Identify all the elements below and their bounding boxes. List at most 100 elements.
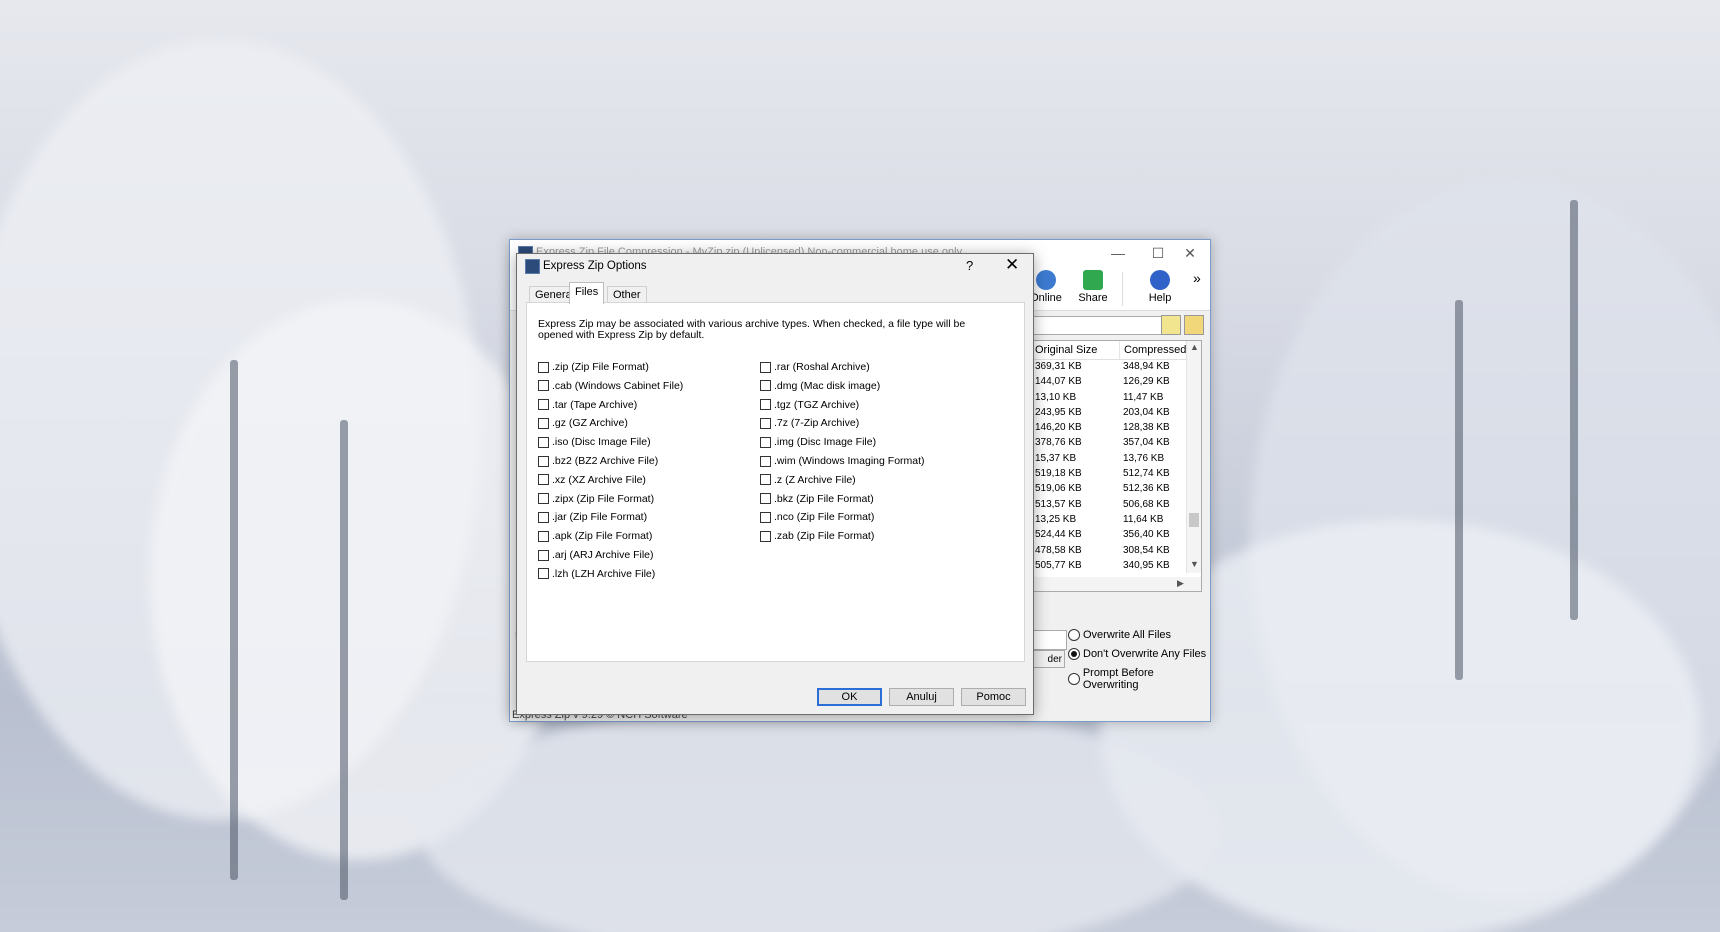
ok-button[interactable]: OK xyxy=(817,688,882,706)
file-type-checkbox[interactable]: .gz (GZ Archive) xyxy=(538,417,628,429)
checkbox-box[interactable] xyxy=(538,493,549,505)
dialog-close-button[interactable]: ✕ xyxy=(1005,255,1019,275)
path-field[interactable] xyxy=(1030,316,1164,335)
scroll-right-icon[interactable]: ▶ xyxy=(1177,578,1184,589)
table-row[interactable]: 369,31 KB 348,94 KB xyxy=(1031,360,1201,375)
folder-button[interactable]: der xyxy=(1030,650,1065,668)
help-dialog-button[interactable]: Pomoc xyxy=(961,688,1026,706)
checkbox-box[interactable] xyxy=(538,530,549,542)
file-type-checkbox[interactable]: .zab (Zip File Format) xyxy=(760,530,874,542)
file-type-checkbox[interactable]: .zipx (Zip File Format) xyxy=(538,493,654,505)
association-description: Express Zip may be associated with vario… xyxy=(538,318,966,341)
checkbox-box[interactable] xyxy=(538,361,549,373)
table-row[interactable]: 243,95 KB 203,04 KB xyxy=(1031,406,1201,421)
radio-circle[interactable] xyxy=(1068,629,1080,641)
table-row[interactable]: 13,25 KB 11,64 KB xyxy=(1031,513,1201,528)
checkbox-box[interactable] xyxy=(538,455,549,467)
table-row[interactable]: 519,06 KB 512,36 KB xyxy=(1031,482,1201,497)
checkbox-box[interactable] xyxy=(538,417,549,429)
tab-other[interactable]: Other xyxy=(607,286,647,303)
radio-circle[interactable] xyxy=(1068,648,1080,660)
checkbox-box[interactable] xyxy=(760,417,771,429)
table-row[interactable]: 513,57 KB 506,68 KB xyxy=(1031,498,1201,513)
checkbox-box[interactable] xyxy=(538,549,549,561)
radio-prompt[interactable]: Prompt Before Overwriting xyxy=(1068,667,1210,691)
checkbox-box[interactable] xyxy=(760,511,771,523)
file-type-checkbox[interactable]: .z (Z Archive File) xyxy=(760,474,856,486)
horizontal-scrollbar[interactable]: ▶ xyxy=(1031,577,1201,591)
file-type-checkbox[interactable]: .xz (XZ Archive File) xyxy=(538,474,646,486)
tab-files[interactable]: Files xyxy=(569,282,605,304)
file-type-checkbox[interactable]: .nco (Zip File Format) xyxy=(760,511,874,523)
table-row[interactable]: 524,44 KB 356,40 KB xyxy=(1031,528,1201,543)
output-field[interactable] xyxy=(1030,630,1067,650)
checkbox-box[interactable] xyxy=(760,399,771,411)
checkbox-box[interactable] xyxy=(760,455,771,467)
file-type-checkbox[interactable]: .wim (Windows Imaging Format) xyxy=(760,455,925,467)
file-type-checkbox[interactable]: .arj (ARJ Archive File) xyxy=(538,549,654,561)
file-type-checkbox[interactable]: .7z (7-Zip Archive) xyxy=(760,417,859,429)
share-button[interactable]: Share xyxy=(1070,270,1116,304)
file-type-checkbox[interactable]: .jar (Zip File Format) xyxy=(538,511,647,523)
file-type-checkbox[interactable]: .lzh (LZH Archive File) xyxy=(538,568,655,580)
table-row[interactable]: 15,37 KB 13,76 KB xyxy=(1031,452,1201,467)
file-type-checkbox[interactable]: .rar (Roshal Archive) xyxy=(760,361,870,373)
radio-overwrite-all[interactable]: Overwrite All Files xyxy=(1068,629,1171,641)
radio-circle[interactable] xyxy=(1068,673,1080,685)
file-type-checkbox[interactable]: .iso (Disc Image File) xyxy=(538,436,651,448)
file-type-label: .arj (ARJ Archive File) xyxy=(552,549,654,561)
checkbox-box[interactable] xyxy=(538,399,549,411)
checkbox-box[interactable] xyxy=(760,436,771,448)
minimize-button[interactable]: — xyxy=(1098,240,1138,266)
file-type-checkbox[interactable]: .bkz (Zip File Format) xyxy=(760,493,874,505)
checkbox-box[interactable] xyxy=(760,380,771,392)
column-original-size[interactable]: Original Size xyxy=(1031,341,1120,359)
help-button[interactable]: Help xyxy=(1137,270,1183,304)
checkbox-box[interactable] xyxy=(760,361,771,373)
checkbox-box[interactable] xyxy=(538,511,549,523)
table-row[interactable]: 519,18 KB 512,74 KB xyxy=(1031,467,1201,482)
context-help-button[interactable]: ? xyxy=(966,258,973,273)
table-row[interactable]: 478,58 KB 308,54 KB xyxy=(1031,544,1201,559)
table-row[interactable]: 505,77 KB 340,95 KB xyxy=(1031,559,1201,574)
file-type-checkbox[interactable]: .apk (Zip File Format) xyxy=(538,530,652,542)
file-list-header: Original Size Compressed xyxy=(1031,341,1201,360)
original-size-cell: 243,95 KB xyxy=(1035,406,1082,418)
file-type-checkbox[interactable]: .zip (Zip File Format) xyxy=(538,361,649,373)
checkbox-box[interactable] xyxy=(760,530,771,542)
file-type-checkbox[interactable]: .cab (Windows Cabinet File) xyxy=(538,380,683,392)
cancel-button[interactable]: Anuluj xyxy=(889,688,954,706)
checkbox-box[interactable] xyxy=(538,436,549,448)
browse-folder-button[interactable] xyxy=(1184,315,1204,335)
compressed-size-cell: 11,47 KB xyxy=(1123,391,1164,403)
compressed-size-cell: 128,38 KB xyxy=(1123,422,1170,434)
table-row[interactable]: 13,10 KB 11,47 KB xyxy=(1031,391,1201,406)
file-type-checkbox[interactable]: .tar (Tape Archive) xyxy=(538,399,637,411)
checkbox-box[interactable] xyxy=(760,474,771,486)
file-type-label: .jar (Zip File Format) xyxy=(552,511,648,524)
compressed-size-cell: 203,04 KB xyxy=(1123,406,1170,418)
dialog-app-icon xyxy=(525,259,540,274)
checkbox-box[interactable] xyxy=(538,380,549,392)
close-button[interactable]: ✕ xyxy=(1170,240,1210,266)
table-row[interactable]: 378,76 KB 357,04 KB xyxy=(1031,436,1201,451)
radio-dont-overwrite[interactable]: Don't Overwrite Any Files xyxy=(1068,648,1206,660)
table-row[interactable]: 146,20 KB 128,38 KB xyxy=(1031,421,1201,436)
file-type-checkbox[interactable]: .tgz (TGZ Archive) xyxy=(760,399,859,411)
column-compressed[interactable]: Compressed xyxy=(1120,341,1195,359)
file-type-checkbox[interactable]: .bz2 (BZ2 Archive File) xyxy=(538,455,658,467)
online-label: Online xyxy=(1030,292,1062,304)
vertical-scrollbar[interactable]: ▲ ▼ xyxy=(1186,341,1201,573)
table-row[interactable]: 144,07 KB 126,29 KB xyxy=(1031,375,1201,390)
scroll-up-icon[interactable]: ▲ xyxy=(1190,342,1199,352)
scroll-thumb[interactable] xyxy=(1189,513,1199,527)
scroll-down-icon[interactable]: ▼ xyxy=(1190,559,1199,569)
file-type-checkbox[interactable]: .img (Disc Image File) xyxy=(760,436,876,448)
file-list[interactable]: Original Size Compressed 369,31 KB 348,94… xyxy=(1030,340,1202,592)
checkbox-box[interactable] xyxy=(760,493,771,505)
go-up-folder-button[interactable] xyxy=(1161,315,1181,335)
file-type-checkbox[interactable]: .dmg (Mac disk image) xyxy=(760,380,880,392)
toolbar-overflow-button[interactable]: » xyxy=(1193,270,1201,286)
checkbox-box[interactable] xyxy=(538,568,549,580)
checkbox-box[interactable] xyxy=(538,474,549,486)
